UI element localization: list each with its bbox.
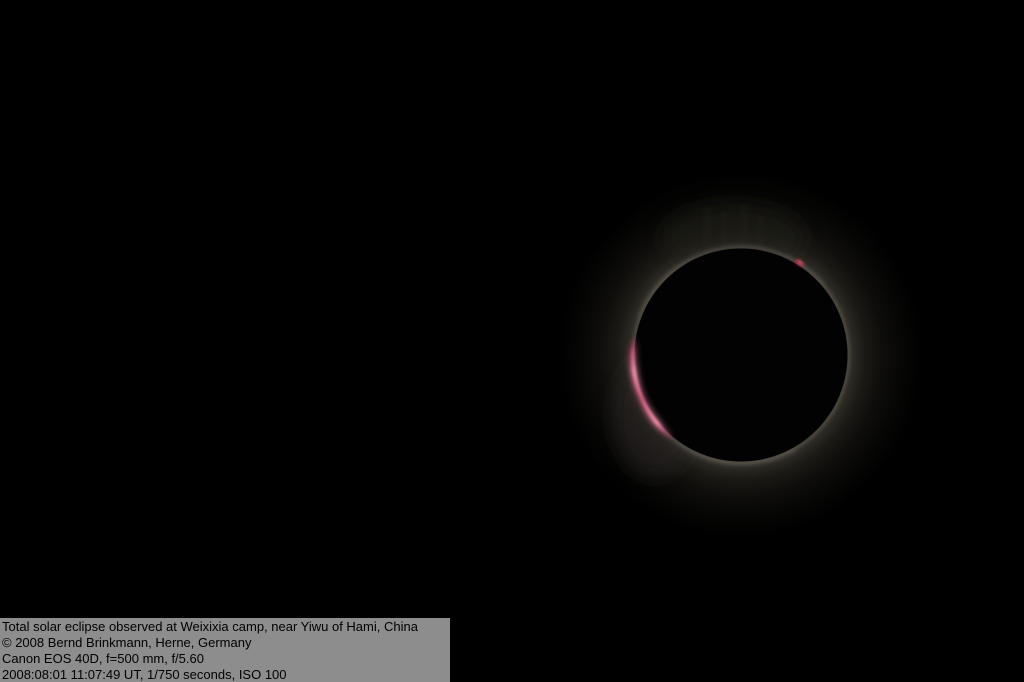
caption-camera: Canon EOS 40D, f=500 mm, f/5.60 xyxy=(2,651,204,666)
caption-location: Total solar eclipse observed at Weixixia… xyxy=(2,619,418,634)
caption-overlay: Total solar eclipse observed at Weixixia… xyxy=(0,618,450,682)
caption-copyright: © 2008 Bernd Brinkmann, Herne, Germany xyxy=(2,635,252,650)
caption-exposure: 2008:08:01 11:07:49 UT, 1/750 seconds, I… xyxy=(2,667,287,682)
eclipse-graphic xyxy=(559,173,923,537)
eclipse-photo: Total solar eclipse observed at Weixixia… xyxy=(0,0,1024,682)
